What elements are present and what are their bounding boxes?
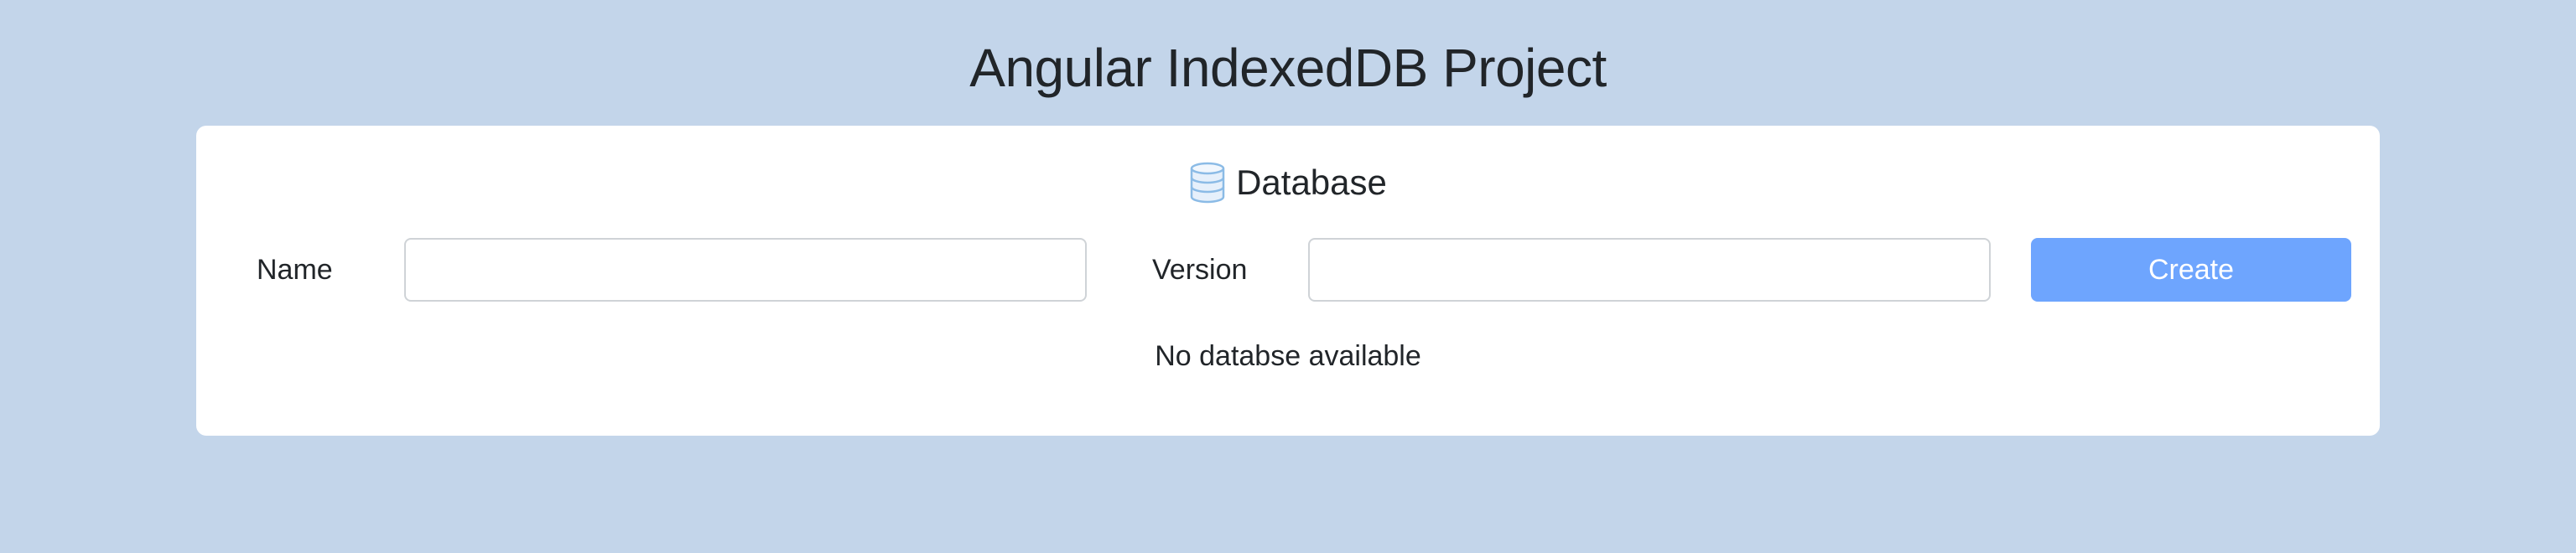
version-input[interactable]	[1308, 238, 1991, 302]
empty-state-message: No databse available	[1155, 340, 1421, 372]
create-button[interactable]: Create	[2031, 238, 2351, 302]
card-heading-text: Database	[1236, 163, 1387, 202]
database-card: Database Name Version Create No databse …	[196, 126, 2380, 436]
page-title: Angular IndexedDB Project	[969, 38, 1607, 98]
database-icon	[1189, 161, 1226, 204]
name-label: Name	[257, 254, 333, 286]
name-input[interactable]	[404, 238, 1087, 302]
version-label: Version	[1152, 254, 1248, 286]
card-heading: Database	[196, 156, 2380, 209]
